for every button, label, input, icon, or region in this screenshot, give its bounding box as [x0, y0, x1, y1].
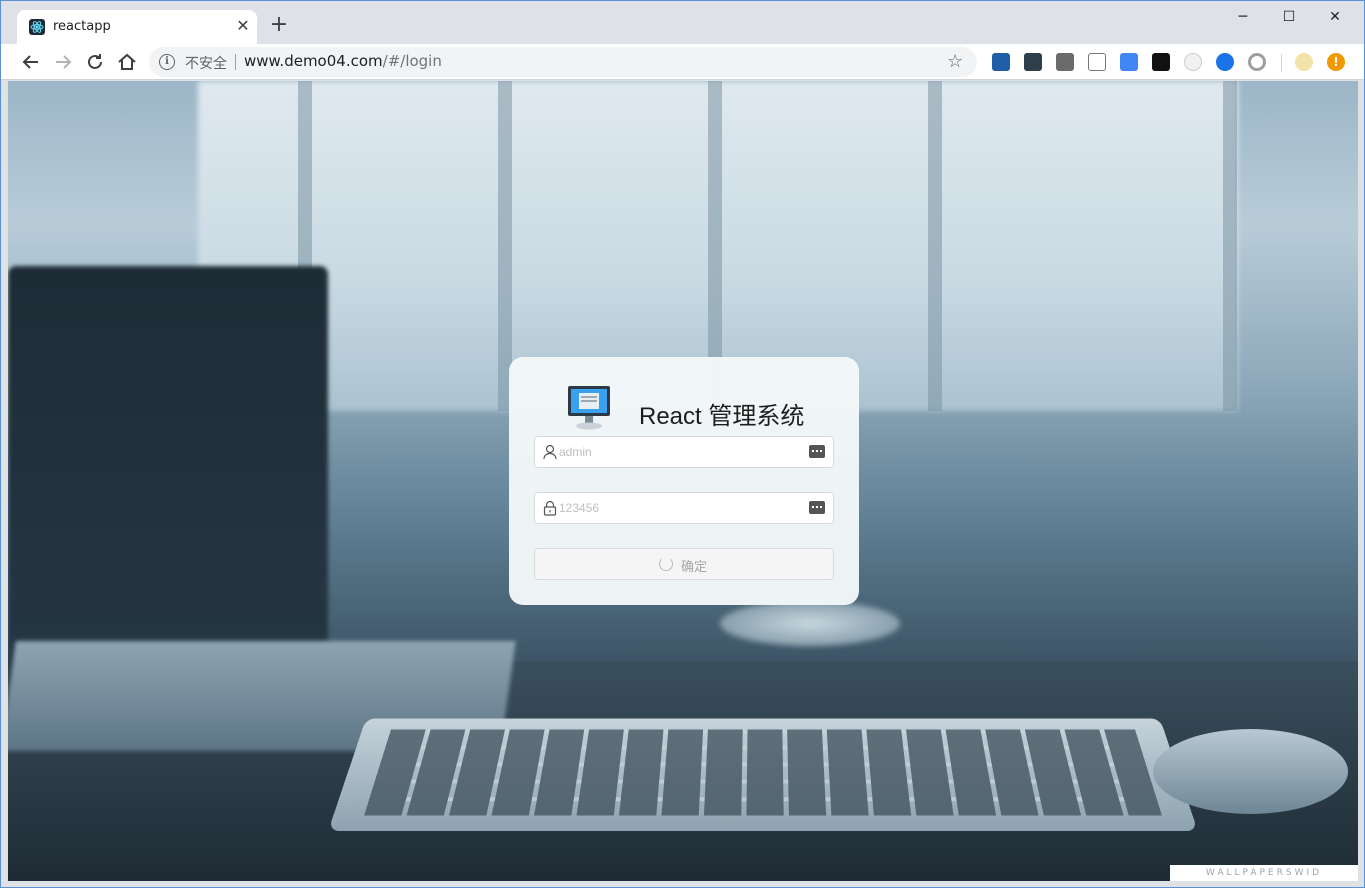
monitor-logo-icon	[565, 384, 613, 432]
window-close-button[interactable]: ✕	[1312, 5, 1358, 29]
url-path: /#/login	[382, 52, 442, 70]
tab-strip: reactapp ✕ + ─ ☐ ✕	[1, 1, 1364, 44]
watermark: WALLPAPERSWID	[1170, 865, 1358, 881]
username-input[interactable]	[559, 437, 799, 467]
reload-icon	[88, 54, 102, 69]
address-bar[interactable]: i 不安全 www.demo04.com/#/login ☆	[149, 47, 977, 77]
url-host: www.demo04.com	[244, 52, 383, 70]
react-devtools-icon[interactable]	[1152, 53, 1170, 71]
omnibox-divider	[235, 54, 236, 70]
home-button[interactable]	[115, 50, 139, 74]
info-icon[interactable]: i	[159, 54, 175, 70]
username-field[interactable]	[534, 436, 834, 468]
reload-button[interactable]	[83, 50, 107, 74]
minimize-button[interactable]: ─	[1220, 5, 1266, 29]
maximize-button[interactable]: ☐	[1266, 5, 1312, 29]
background-keys	[364, 729, 1162, 816]
user-icon	[543, 444, 557, 460]
background-mouse	[1153, 729, 1348, 814]
url-text: www.demo04.com/#/login	[244, 52, 442, 70]
tab-reactapp[interactable]: reactapp ✕	[17, 10, 257, 44]
eyedropper-icon[interactable]	[1088, 53, 1106, 71]
arrow-left-icon	[22, 55, 38, 69]
login-card: React 管理系统 确定	[509, 357, 859, 605]
tab-close-icon[interactable]: ✕	[233, 16, 253, 36]
bookmark-star-icon[interactable]: ☆	[947, 51, 963, 72]
submit-button[interactable]: 确定	[534, 548, 834, 580]
warning-icon[interactable]: !	[1327, 53, 1345, 71]
blue-circle-extension-icon[interactable]	[1216, 53, 1234, 71]
ghost-extension-icon[interactable]	[1184, 53, 1202, 71]
home-icon	[118, 53, 136, 70]
tab-title: reactapp	[53, 19, 111, 34]
submit-label: 确定	[681, 559, 708, 574]
password-input[interactable]	[559, 493, 799, 523]
password-field[interactable]	[534, 492, 834, 524]
keyboard-icon[interactable]	[809, 501, 825, 514]
translate-icon[interactable]	[1120, 53, 1138, 71]
browser-toolbar: i 不安全 www.demo04.com/#/login ☆ !	[1, 44, 1364, 80]
gmail-checker-icon[interactable]	[1056, 53, 1074, 71]
lock-icon	[543, 500, 557, 516]
s-extension-icon[interactable]	[992, 53, 1010, 71]
page-viewport: WALLPAPERSWID React 管理系统 admin 确定	[8, 81, 1358, 881]
back-button[interactable]	[19, 50, 43, 74]
loading-spinner-icon	[659, 557, 673, 571]
login-title: React 管理系统	[639, 403, 805, 430]
arrow-right-icon	[56, 55, 72, 69]
browser-window: reactapp ✕ + ─ ☐ ✕ i 不安全 www.demo04.com/…	[0, 0, 1365, 888]
forward-button[interactable]	[51, 50, 75, 74]
new-tab-button[interactable]: +	[267, 14, 291, 38]
toolbar-divider	[1281, 54, 1282, 72]
gray-circle-extension-icon[interactable]	[1248, 53, 1266, 71]
background-bar	[1223, 81, 1237, 411]
background-bar	[498, 81, 512, 411]
keyboard-icon[interactable]	[809, 445, 825, 458]
react-favicon-icon	[29, 19, 45, 35]
dots-extension-icon[interactable]	[1024, 53, 1042, 71]
security-label: 不安全	[185, 56, 227, 72]
background-bar	[928, 81, 942, 411]
profile-avatar-icon[interactable]	[1295, 53, 1313, 71]
background-cup	[720, 601, 900, 646]
